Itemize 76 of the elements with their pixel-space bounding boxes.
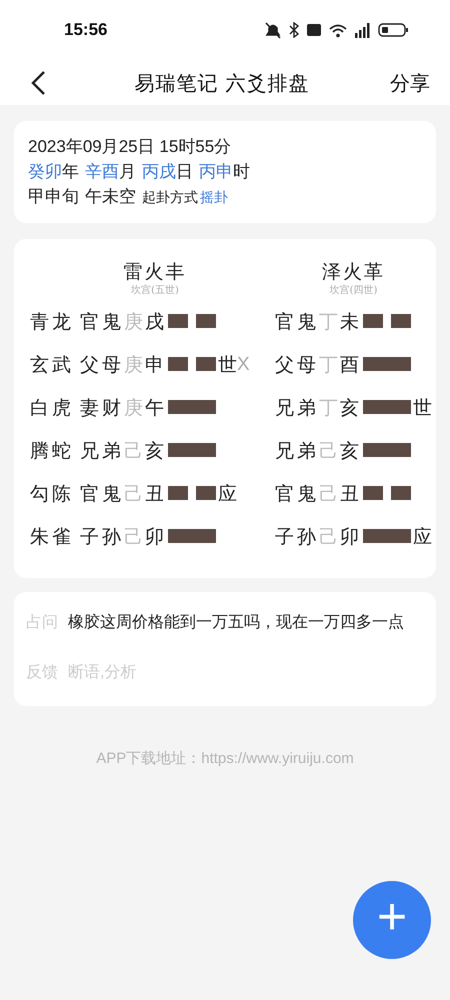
pillar-label: 辛酉月 — [85, 161, 136, 183]
signal-icon — [355, 22, 370, 38]
stem-label: 庚 — [124, 311, 143, 334]
spirit-label: 青龙 — [30, 311, 74, 334]
branch-label: 卯 — [340, 526, 359, 548]
yin-line — [363, 314, 411, 328]
bluetooth-icon — [289, 22, 299, 38]
stem-label: 庚 — [124, 397, 143, 420]
stem-label: 庚 — [124, 354, 143, 376]
stem-label: 己 — [124, 440, 143, 462]
stem-label: 丁 — [319, 397, 338, 420]
xun-label: 甲申旬 — [28, 186, 79, 208]
wifi-icon — [329, 22, 347, 38]
palace-label: 坎宫(四世) — [330, 284, 378, 298]
pillar-label: 癸卯年 — [28, 161, 79, 183]
branch-label: 申 — [145, 354, 164, 376]
marker-label: 世 — [218, 354, 237, 376]
pillar-label: 丙戌日 — [142, 161, 193, 183]
stem-label: 丁 — [319, 311, 338, 334]
relation-label: 兄弟 — [80, 440, 124, 462]
marker-label: 应 — [218, 483, 237, 506]
relation-label: 官鬼 — [275, 311, 319, 334]
yin-line — [168, 357, 216, 372]
stem-label: 己 — [319, 440, 338, 462]
spirit-label: 腾蛇 — [30, 440, 74, 462]
download-link-text: APP下载地址：https://www.yiruiju.com — [96, 749, 354, 770]
stem-label: 丁 — [319, 354, 338, 376]
date-time: 2023年09月25日 15时55分 — [28, 136, 232, 158]
pillar-label: 丙申 时 — [199, 161, 250, 183]
spirit-label: 勾陈 — [30, 483, 74, 506]
yin-line — [168, 486, 216, 500]
relation-label: 子孙 — [275, 526, 319, 548]
yin-line — [363, 486, 411, 500]
question-text: 橡胶这周价格能到一万五吗，现在一万四多一点 — [68, 612, 404, 634]
page-title: 易瑞笔记 六爻排盘 — [134, 70, 310, 96]
branch-label: 亥 — [340, 440, 359, 462]
battery-icon — [378, 23, 408, 37]
marker-label: 应 — [413, 526, 432, 548]
add-button[interactable]: + — [353, 881, 431, 959]
palace-label: 坎宫(五世) — [131, 284, 179, 298]
relation-label: 官鬼 — [275, 483, 319, 506]
branch-label: 丑 — [145, 483, 164, 506]
spirit-label: 朱雀 — [30, 526, 74, 548]
relation-label: 兄弟 — [275, 440, 319, 462]
relation-label: 官鬼 — [80, 483, 124, 506]
share-button[interactable]: 分享 — [390, 68, 430, 98]
muted-bell-icon — [265, 22, 281, 38]
relation-label: 父母 — [275, 354, 319, 376]
branch-label: 丑 — [340, 483, 359, 506]
method-label: 起卦方式 — [142, 188, 198, 207]
stem-label: 己 — [319, 526, 338, 548]
relation-label: 子孙 — [80, 526, 124, 548]
relation-label: 官鬼 — [80, 311, 124, 334]
relation-label: 兄弟 — [275, 397, 319, 420]
void-label: 午未空 — [85, 186, 136, 208]
marker-label: 世 — [413, 397, 432, 420]
stem-label: 己 — [124, 526, 143, 548]
spirit-label: 玄武 — [30, 354, 74, 376]
branch-label: 亥 — [145, 440, 164, 462]
relation-label: 父母 — [80, 354, 124, 376]
stem-label: 己 — [124, 483, 143, 506]
hexagram-name: 泽火革 — [322, 261, 385, 284]
relation-label: 妻财 — [80, 397, 124, 420]
stem-label: 己 — [319, 483, 338, 506]
yin-line — [168, 314, 216, 328]
method-value: 摇卦 — [200, 188, 228, 207]
branch-label: 酉 — [340, 354, 359, 376]
branch-label: 卯 — [145, 526, 164, 548]
branch-label: 未 — [340, 311, 359, 334]
hexagram-name: 雷火丰 — [124, 261, 186, 284]
status-time: 15:56 — [64, 19, 108, 42]
moving-mark: X — [237, 354, 250, 376]
branch-label: 戌 — [145, 311, 164, 334]
spirit-label: 白虎 — [30, 397, 74, 420]
branch-label: 亥 — [340, 397, 359, 420]
branch-label: 午 — [145, 397, 164, 420]
